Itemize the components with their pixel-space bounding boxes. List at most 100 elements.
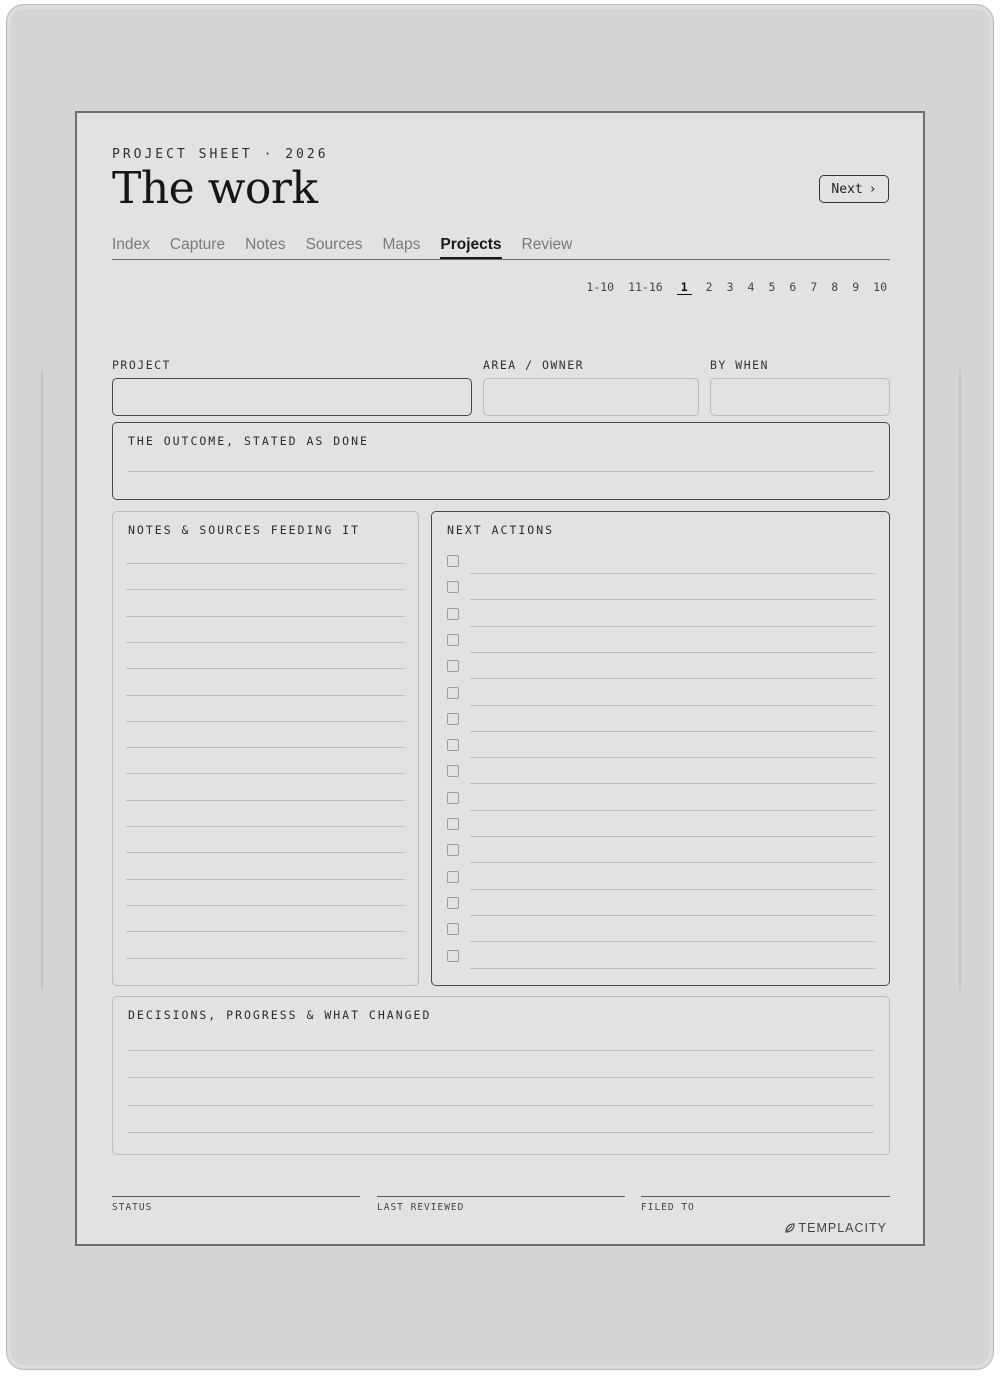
notes-line	[126, 852, 405, 854]
outcome-label: THE OUTCOME, STATED AS DONE	[128, 434, 369, 448]
action-line[interactable]	[470, 914, 875, 916]
notes-line	[126, 957, 405, 959]
tab-maps[interactable]: Maps	[382, 235, 420, 259]
action-line[interactable]	[470, 757, 875, 759]
page-link-11-16[interactable]: 11-16	[628, 280, 663, 295]
action-line[interactable]	[470, 888, 875, 890]
action-line[interactable]	[470, 573, 875, 574]
action-checkbox[interactable]	[447, 765, 459, 778]
action-checkbox[interactable]	[447, 712, 459, 725]
tab-index[interactable]: Index	[112, 235, 150, 259]
notes-line	[126, 720, 405, 722]
action-line[interactable]	[470, 941, 875, 943]
filed-to-line[interactable]	[641, 1196, 890, 1197]
decisions-label: DECISIONS, PROGRESS & WHAT CHANGED	[128, 1008, 432, 1022]
action-line[interactable]	[470, 836, 875, 837]
status-line[interactable]	[112, 1196, 360, 1197]
tab-projects[interactable]: Projects	[440, 235, 502, 259]
page-link-5[interactable]: 5	[768, 280, 775, 295]
page-link-2[interactable]: 2	[706, 280, 713, 295]
action-line[interactable]	[470, 599, 875, 601]
by-when-label: BY WHEN	[710, 358, 769, 372]
decisions-line	[128, 1050, 874, 1051]
action-line[interactable]	[470, 967, 875, 969]
screen: PROJECT SHEET · 2026 The work Next › Ind…	[75, 111, 925, 1246]
notes-line	[126, 668, 405, 670]
by-when-input[interactable]	[710, 378, 890, 416]
action-line[interactable]	[470, 783, 875, 785]
frame-edge-left	[41, 370, 43, 990]
page-link-10[interactable]: 10	[873, 280, 887, 295]
action-checkbox[interactable]	[447, 555, 459, 567]
action-checkbox[interactable]	[447, 633, 459, 646]
action-line[interactable]	[470, 678, 875, 680]
page-link-1[interactable]: 1	[676, 280, 692, 295]
notes-line	[126, 931, 405, 933]
decisions-line	[128, 1131, 874, 1133]
action-line[interactable]	[470, 730, 875, 732]
notes-line	[126, 904, 405, 906]
notes-line	[126, 694, 405, 696]
project-input[interactable]	[112, 378, 472, 416]
action-checkbox[interactable]	[447, 818, 459, 830]
area-owner-label: AREA / OWNER	[483, 358, 585, 372]
action-checkbox[interactable]	[447, 739, 459, 752]
next-button[interactable]: Next ›	[819, 175, 889, 203]
last-reviewed-line[interactable]	[377, 1196, 625, 1197]
action-checkbox[interactable]	[447, 581, 459, 594]
action-checkbox[interactable]	[447, 791, 459, 804]
chevron-right-icon: ›	[868, 181, 877, 197]
next-button-label: Next	[831, 181, 863, 197]
action-checkbox[interactable]	[447, 923, 459, 936]
action-line[interactable]	[470, 809, 875, 811]
page-kicker: PROJECT SHEET · 2026	[112, 147, 329, 162]
page-link-1-10[interactable]: 1-10	[586, 280, 614, 295]
page-link-4[interactable]: 4	[748, 280, 755, 295]
tab-sources[interactable]: Sources	[306, 235, 363, 259]
page-link-7[interactable]: 7	[810, 280, 817, 295]
last-reviewed-label: LAST REVIEWED	[377, 1202, 465, 1213]
notes-line	[126, 826, 405, 827]
brand-name: TEMPLACITY	[798, 1221, 887, 1235]
action-line[interactable]	[470, 862, 875, 864]
action-checkbox[interactable]	[447, 870, 459, 883]
brand-logo: TEMPLACITY	[784, 1221, 888, 1235]
action-checkbox[interactable]	[447, 660, 459, 673]
next-actions-box: NEXT ACTIONS	[431, 511, 890, 986]
notes-line	[126, 589, 405, 591]
page-link-8[interactable]: 8	[831, 280, 838, 295]
project-label: PROJECT	[112, 358, 171, 372]
notes-line	[126, 563, 405, 564]
action-line[interactable]	[470, 704, 875, 706]
decisions-line	[128, 1104, 874, 1106]
notes-line	[126, 799, 405, 801]
action-checkbox[interactable]	[447, 844, 459, 857]
tab-notes[interactable]: Notes	[245, 235, 286, 259]
notes-box[interactable]: NOTES & SOURCES FEEDING IT	[112, 511, 419, 986]
notes-label: NOTES & SOURCES FEEDING IT	[128, 523, 361, 537]
decisions-box[interactable]: DECISIONS, PROGRESS & WHAT CHANGED	[112, 996, 890, 1155]
area-owner-input[interactable]	[483, 378, 699, 416]
leaf-icon	[784, 1223, 795, 1233]
tab-bar: Index Capture Notes Sources Maps Project…	[112, 235, 890, 260]
outcome-line	[128, 471, 874, 472]
action-checkbox[interactable]	[447, 949, 459, 962]
frame-edge-right	[959, 370, 961, 990]
action-line[interactable]	[470, 651, 875, 653]
page-link-9[interactable]: 9	[852, 280, 859, 295]
tab-capture[interactable]: Capture	[170, 235, 225, 259]
decisions-line	[128, 1077, 874, 1079]
outcome-box[interactable]: THE OUTCOME, STATED AS DONE	[112, 422, 890, 500]
action-checkbox[interactable]	[447, 607, 459, 620]
action-checkbox[interactable]	[447, 686, 459, 699]
action-line[interactable]	[470, 625, 875, 627]
notes-line	[126, 878, 405, 880]
action-checkbox[interactable]	[447, 896, 459, 909]
next-actions-label: NEXT ACTIONS	[447, 523, 555, 537]
page-link-3[interactable]: 3	[727, 280, 734, 295]
page-title: The work	[112, 163, 318, 214]
page-link-6[interactable]: 6	[789, 280, 796, 295]
tab-review[interactable]: Review	[522, 235, 573, 259]
notes-line	[126, 773, 405, 775]
status-label: STATUS	[112, 1202, 153, 1213]
